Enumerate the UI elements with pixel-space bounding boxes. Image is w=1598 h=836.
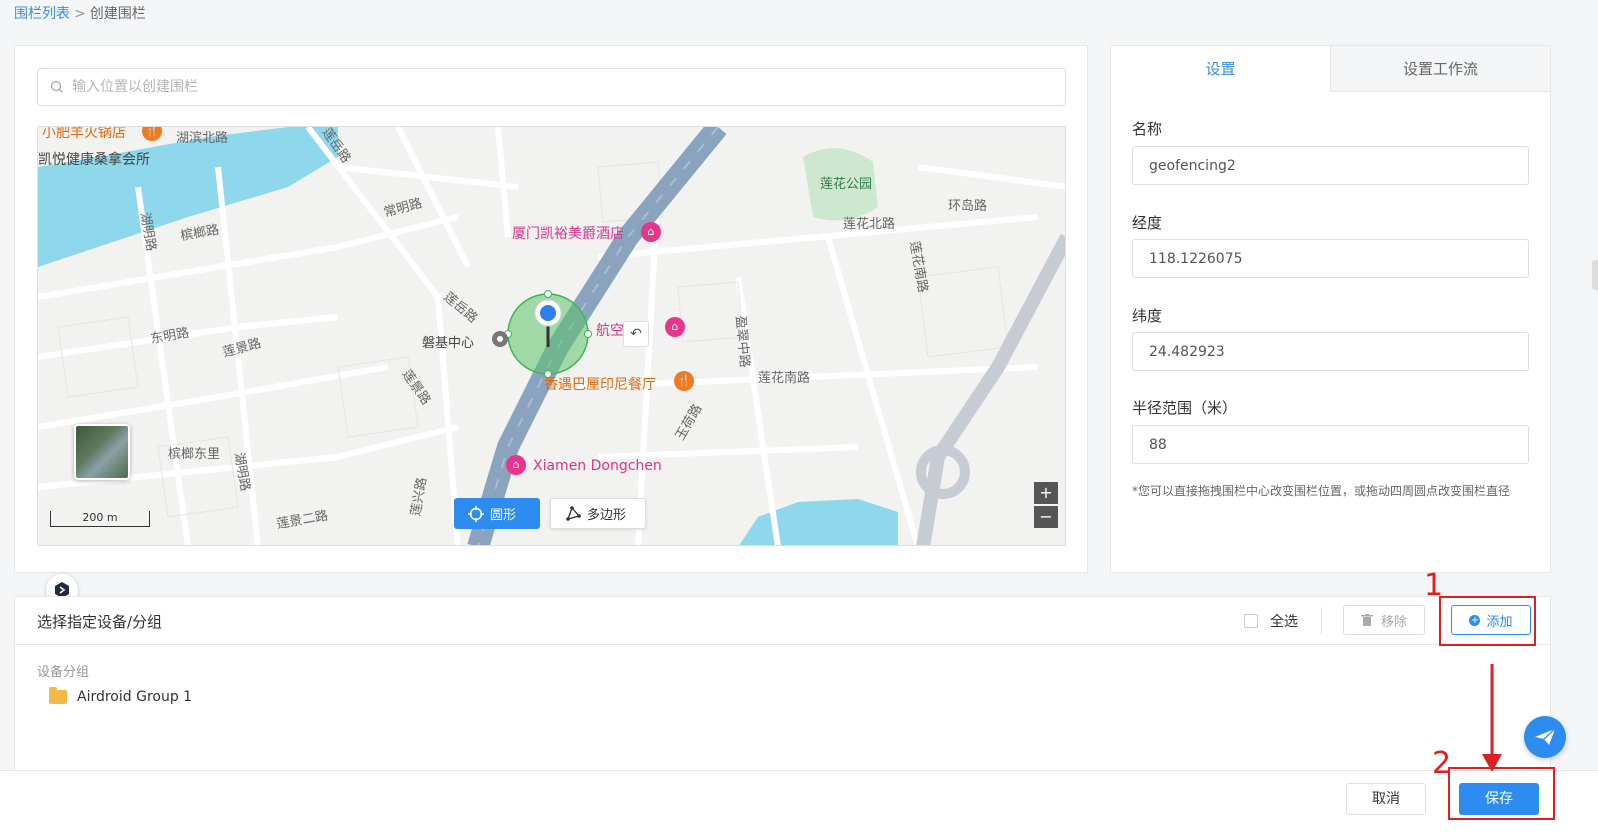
checkbox-box[interactable] — [1244, 614, 1258, 628]
map-label: 槟榔东里 — [168, 447, 221, 462]
map-panel: 小肥羊火锅店 🍴 湖滨北路 凯悦健康桑拿会所 莲岳路 莲花公园 常明路 厦门凯裕… — [14, 45, 1088, 573]
hotel-icon: ⌂ — [506, 455, 526, 475]
name-field[interactable] — [1132, 146, 1529, 185]
search-input[interactable] — [72, 79, 972, 95]
latitude-field[interactable] — [1132, 332, 1529, 371]
remove-button[interactable]: 移除 — [1343, 605, 1425, 635]
radius-label: 半径范围（米） — [1132, 399, 1238, 417]
remove-label: 移除 — [1380, 614, 1407, 630]
map-label: 航空 — [596, 323, 624, 339]
tab-settings[interactable]: 设置 — [1111, 46, 1330, 92]
trash-icon — [1360, 613, 1373, 626]
device-group-label: 设备分组 — [37, 665, 90, 680]
divider — [1321, 607, 1322, 635]
undo-button[interactable]: ↶ — [623, 321, 649, 347]
device-section-title: 选择指定设备/分组 — [37, 613, 163, 631]
folder-icon — [49, 687, 67, 704]
feedback-float-button[interactable] — [1524, 716, 1566, 758]
select-all-checkbox[interactable]: 全选 — [1244, 611, 1298, 631]
polygon-shape-label: 多边形 — [587, 508, 627, 523]
circle-shape-label: 圆形 — [490, 508, 517, 523]
device-header: 选择指定设备/分组 全选 移除 + 添加 — [15, 597, 1550, 645]
map-base — [38, 127, 1065, 545]
zoom-controls: + − — [1034, 482, 1058, 530]
map-label: 小肥羊火锅店 — [42, 126, 126, 141]
breadcrumb: 围栏列表 > 创建围栏 — [14, 3, 146, 23]
select-all-label: 全选 — [1270, 614, 1298, 630]
breadcrumb-fence-list-link[interactable]: 围栏列表 — [14, 6, 70, 22]
side-tab-handle[interactable] — [1592, 260, 1598, 290]
footer-bar: 取消 保存 — [0, 770, 1598, 836]
location-search[interactable] — [37, 68, 1066, 106]
map-label: 厦门凯裕美爵酒店 — [512, 226, 624, 242]
settings-tabs: 设置 设置工作流 — [1111, 46, 1550, 92]
longitude-label: 经度 — [1132, 214, 1163, 232]
map-label: 莲花北路 — [843, 217, 896, 232]
circle-shape-button[interactable]: 圆形 — [454, 498, 540, 529]
hotel-icon: ⌂ — [665, 317, 685, 337]
cancel-button[interactable]: 取消 — [1346, 783, 1426, 815]
hotel-icon: ⌂ — [641, 222, 661, 242]
device-panel: 选择指定设备/分组 全选 移除 + 添加 设备分组 Airdroid Group… — [14, 596, 1551, 771]
tab-workflow[interactable]: 设置工作流 — [1330, 46, 1550, 92]
name-label: 名称 — [1132, 120, 1163, 138]
map-label: 凯悦健康桑拿会所 — [38, 152, 150, 168]
annotation-arrow — [1482, 664, 1502, 772]
zoom-in-button[interactable]: + — [1034, 482, 1058, 504]
map-label: 莲花公园 — [820, 177, 873, 192]
breadcrumb-separator: > — [74, 6, 86, 22]
polygon-shape-button[interactable]: 多边形 — [550, 498, 646, 529]
map-label: 湖滨北路 — [176, 131, 229, 146]
annotation-step-2: 2 — [1432, 746, 1452, 781]
map-label: Xiamen Dongchen — [533, 458, 662, 474]
annotation-box-save — [1448, 767, 1555, 820]
restaurant-icon: 🍴 — [674, 371, 694, 391]
zoom-out-button[interactable]: − — [1034, 506, 1058, 528]
map-label: 环岛路 — [948, 199, 988, 214]
map-label: 莲花南路 — [758, 371, 811, 386]
map-scale: 200 m — [50, 511, 150, 527]
map-label: 磐基中心 — [422, 336, 475, 351]
fence-hint: *您可以直接拖拽围栏中心改变围栏位置，或拖动四周圆点改变围栏直径 — [1132, 484, 1511, 498]
group-name: Airdroid Group 1 — [77, 689, 193, 705]
device-group-item[interactable]: Airdroid Group 1 — [49, 687, 193, 705]
map-view[interactable]: 小肥羊火锅店 🍴 湖滨北路 凯悦健康桑拿会所 莲岳路 莲花公园 常明路 厦门凯裕… — [37, 126, 1066, 546]
search-icon — [50, 80, 63, 93]
map-label: 香遇巴厘印尼餐厅 — [544, 377, 656, 393]
latitude-label: 纬度 — [1132, 307, 1163, 325]
satellite-toggle[interactable] — [74, 424, 130, 480]
polygon-icon — [566, 505, 581, 521]
send-icon — [1535, 728, 1556, 745]
crosshair-icon — [468, 505, 484, 522]
breadcrumb-current: 创建围栏 — [89, 6, 146, 22]
annotation-box-add — [1439, 596, 1536, 646]
settings-panel: 设置 设置工作流 名称 经度 纬度 半径范围（米） *您可以直接拖拽围栏中心改变… — [1110, 45, 1551, 573]
radius-field[interactable] — [1132, 425, 1529, 464]
annotation-step-1: 1 — [1424, 568, 1444, 603]
longitude-field[interactable] — [1132, 239, 1529, 278]
